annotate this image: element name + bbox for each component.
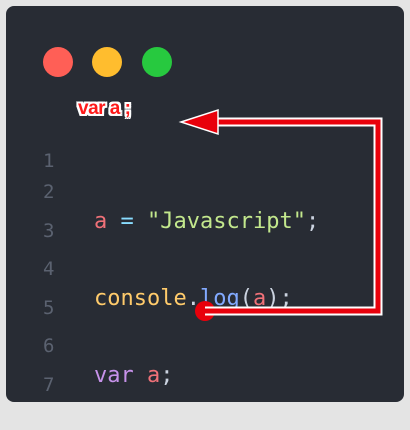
arrow-line [205, 119, 381, 314]
arrow-head-icon [178, 108, 219, 136]
hoisting-arrow [178, 108, 383, 321]
arrow-outline [205, 117, 383, 316]
hoisted-declaration-label: var a ; [78, 98, 131, 119]
